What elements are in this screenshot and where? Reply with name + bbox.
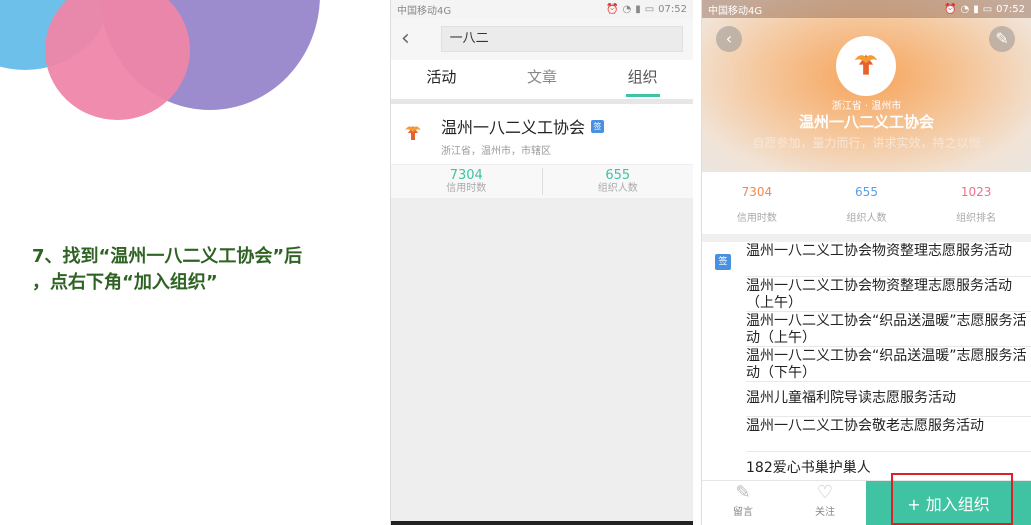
empty-area (391, 198, 693, 525)
highlight-box (891, 473, 1013, 525)
comment-label: 留言 (733, 507, 753, 518)
search-screen: 中国移动4G ⏰ ◔ ▮ ▭ 07:52 ‹ 一八二 活动 文章 组织 温州一八… (390, 0, 693, 525)
org-name: 温州一八二义工协会 (441, 118, 586, 137)
instruction-line-1: 7、找到“温州一八二义工协会”后 (32, 246, 303, 267)
heart-icon: ♡ (816, 482, 834, 503)
clock-label: 07:52 (658, 3, 687, 15)
stat-label: 信用时数 (446, 183, 487, 194)
list-item[interactable]: 温州一八二义工协会“织品送温暖”志愿服务活动（上午） (746, 312, 1031, 347)
decor-circle-pink (45, 0, 190, 120)
list-item[interactable]: 温州一八二义工协会敬老志愿服务活动 (746, 417, 1031, 452)
back-chevron-icon[interactable]: ‹ (401, 28, 423, 50)
status-bar: 中国移动4G ⏰ ◔ ▮ ▭ 07:52 (391, 0, 693, 18)
activity-list: 签 温州一八二义工协会物资整理志愿服务活动 温州一八二义工协会物资整理志愿服务活… (702, 242, 1031, 478)
org-title: 温州一八二义工协会 (798, 113, 934, 131)
tab-activities[interactable]: 活动 (426, 66, 456, 93)
tab-articles[interactable]: 文章 (527, 66, 557, 93)
stat-value: 7304 (449, 168, 483, 183)
stat-credit-hours: 7304 信用时数 (391, 168, 542, 195)
org-logo-icon (854, 54, 878, 75)
follow-button[interactable]: ♡ 关注 (784, 481, 866, 525)
list-item[interactable]: 温州儿童福利院导读志愿服务活动 (746, 382, 1031, 417)
comment-button[interactable]: ✎ 留言 (702, 481, 784, 525)
list-item[interactable]: 温州一八二义工协会物资整理志愿服务活动（上午） (746, 277, 1031, 312)
bottom-action-bar: ✎ 留言 ♡ 关注 + 加入组织 (702, 473, 1031, 525)
search-input[interactable]: 一八二 (440, 26, 683, 52)
instruction-line-2: ，点右下角“加入组织” (32, 272, 218, 293)
org-region: 浙江省 · 温州市 (831, 101, 902, 112)
signal-icon: ▮ (635, 3, 641, 15)
signed-badge: 签 (591, 119, 605, 133)
share-edit-icon[interactable]: ✎ (989, 26, 1015, 52)
wifi-icon: ◔ (622, 3, 632, 15)
tab-organizations[interactable]: 组织 (625, 66, 660, 97)
instruction-text: 7、找到“温州一八二义工协会”后 ，点右下角“加入组织” (32, 244, 372, 296)
battery-icon: ▭ (644, 3, 655, 15)
carrier-label: 中国移动4G (708, 5, 763, 17)
battery-icon: ▭ (982, 3, 993, 15)
stat-label: 组织人数 (597, 183, 638, 194)
org-result-stats: 7304 信用时数 655 组织人数 (391, 164, 693, 198)
search-bar: ‹ 一八二 (391, 18, 693, 60)
wifi-icon: ◔ (960, 3, 970, 15)
stat-members: 655 组织人数 (812, 183, 922, 224)
org-stats: 7304 信用时数 655 组织人数 1023 组织排名 (702, 172, 1031, 242)
slide: 7、找到“温州一八二义工协会”后 ，点右下角“加入组织” 中国移动4G ⏰ ◔ … (0, 0, 1031, 525)
stat-value: 655 (855, 184, 878, 199)
nav-bar-edge (391, 521, 693, 525)
result-tabs: 活动 文章 组织 (391, 60, 693, 104)
stat-value: 655 (605, 168, 631, 183)
stat-ranking: 1023 组织排名 (921, 183, 1031, 224)
stat-members: 655 组织人数 (541, 168, 694, 195)
org-motto: 自愿参加，量力而行，讲求实效，持之以恒 (752, 136, 981, 150)
list-item[interactable]: 温州一八二义工协会“织品送温暖”志愿服务活动（下午） (746, 347, 1031, 382)
status-bar: 中国移动4G ⏰ ◔ ▮ ▭ 07:52 (702, 0, 1031, 18)
carrier-label: 中国移动4G (397, 5, 452, 17)
alarm-icon: ⏰ (944, 3, 957, 15)
instruction-panel: 7、找到“温州一八二义工协会”后 ，点右下角“加入组织” (0, 0, 390, 525)
comment-icon: ✎ (735, 482, 751, 503)
signal-icon: ▮ (973, 3, 979, 15)
stat-label: 信用时数 (736, 212, 777, 224)
join-organization-button[interactable]: + 加入组织 (866, 473, 1031, 525)
signed-badge: 签 (715, 254, 731, 270)
back-button[interactable]: ‹ (716, 26, 742, 52)
stat-credit-hours: 7304 信用时数 (702, 183, 812, 224)
org-location: 浙江省，温州市，市辖区 (441, 146, 551, 157)
clock-label: 07:52 (996, 3, 1025, 15)
org-avatar (836, 36, 896, 96)
org-logo-icon (399, 120, 427, 148)
stat-value: 1023 (960, 184, 992, 199)
stat-value: 7304 (741, 184, 773, 199)
stat-label: 组织排名 (956, 212, 997, 224)
follow-label: 关注 (815, 507, 835, 518)
org-header: 中国移动4G ⏰ ◔ ▮ ▭ 07:52 ‹ ✎ 浙江省 · 温州市 温州一八二… (702, 0, 1031, 172)
stat-label: 组织人数 (846, 212, 887, 224)
list-item[interactable]: 温州一八二义工协会物资整理志愿服务活动 (746, 242, 1031, 277)
org-detail-screen: 中国移动4G ⏰ ◔ ▮ ▭ 07:52 ‹ ✎ 浙江省 · 温州市 温州一八二… (701, 0, 1031, 525)
org-result-card[interactable]: 温州一八二义工协会 签 浙江省，温州市，市辖区 (391, 104, 693, 164)
alarm-icon: ⏰ (606, 3, 619, 15)
